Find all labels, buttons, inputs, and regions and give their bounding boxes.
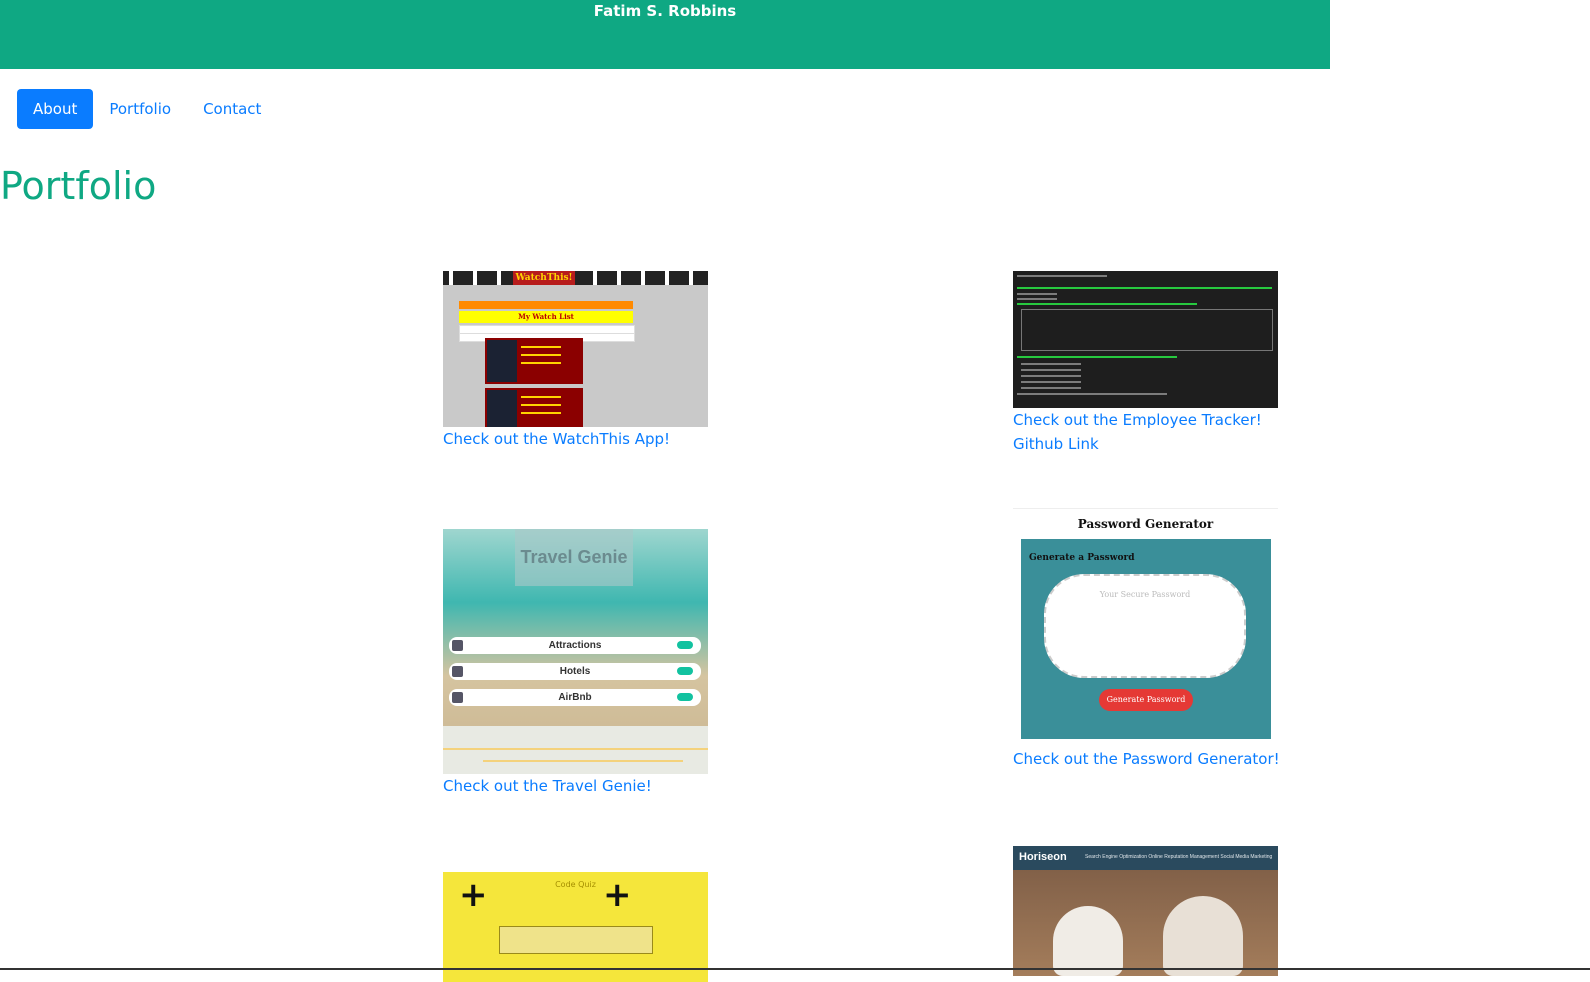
github-link[interactable]: Github Link	[1013, 432, 1278, 456]
photo-person	[1163, 896, 1243, 976]
thumb-row: AirBnb	[449, 689, 701, 706]
watchthis-screenshot[interactable]: WatchThis! My Watch List	[443, 271, 708, 427]
travel-genie-screenshot[interactable]: Travel Genie Attractions Hotels AirBnb	[443, 529, 708, 774]
page-title: Portfolio	[0, 164, 157, 208]
password-generator-screenshot[interactable]: Password Generator Generate a Password Y…	[1013, 508, 1278, 739]
terminal-table	[1021, 309, 1273, 351]
watchlist-title: My Watch List	[459, 311, 633, 323]
nav-contact[interactable]: Contact	[187, 89, 277, 129]
horiseon-screenshot[interactable]: Horiseon Search Engine Optimization Onli…	[1013, 846, 1278, 976]
travel-genie-link[interactable]: Check out the Travel Genie!	[443, 774, 708, 798]
project-card-travel-genie: Travel Genie Attractions Hotels AirBnb C…	[443, 529, 708, 798]
travel-genie-logo: Travel Genie	[515, 529, 633, 586]
horiseon-logo: Horiseon	[1019, 851, 1067, 863]
project-card-employee-tracker: Check out the Employee Tracker! Github L…	[1013, 271, 1278, 456]
employee-tracker-screenshot[interactable]	[1013, 271, 1278, 408]
photo-person	[1053, 906, 1123, 976]
password-generator-link[interactable]: Check out the Password Generator!	[1013, 747, 1280, 771]
employee-tracker-link[interactable]: Check out the Employee Tracker!	[1013, 408, 1278, 432]
project-card-password-generator: Password Generator Generate a Password Y…	[1013, 508, 1280, 771]
camera-icon	[452, 640, 463, 651]
movie-poster	[487, 390, 517, 427]
quiz-title: Code Quiz	[555, 880, 596, 889]
thumb-bar	[459, 301, 633, 309]
main-nav: About Portfolio Contact	[17, 89, 277, 129]
pw-title: Password Generator	[1077, 517, 1214, 531]
pw-output: Your Secure Password	[1044, 574, 1246, 678]
pw-subtitle: Generate a Password	[1029, 553, 1135, 563]
thumb-row: Attractions	[449, 637, 701, 654]
pw-panel: Generate a Password Your Secure Password…	[1021, 539, 1271, 739]
pw-generate-button: Generate Password	[1099, 689, 1193, 711]
home-icon	[452, 692, 463, 703]
movie-poster	[487, 340, 517, 382]
quiz-box	[499, 926, 653, 954]
site-owner-name: Fatim S. Robbins	[593, 2, 737, 20]
horiseon-nav: Search Engine Optimization Online Reputa…	[1085, 854, 1273, 860]
site-header: Fatim S. Robbins	[0, 0, 1330, 69]
watchthis-link[interactable]: Check out the WatchThis App!	[443, 427, 708, 451]
movie-card	[485, 388, 583, 427]
project-card-code-quiz: + + Code Quiz	[443, 872, 708, 982]
project-card-watchthis: WatchThis! My Watch List Check out the W…	[443, 271, 708, 451]
hotel-icon	[452, 666, 463, 677]
nav-about[interactable]: About	[17, 89, 94, 129]
map-preview	[443, 726, 708, 774]
horiseon-header: Horiseon Search Engine Optimization Onli…	[1013, 846, 1278, 870]
filmstrip-banner	[443, 271, 708, 285]
watchthis-logo: WatchThis!	[513, 271, 575, 285]
thumb-row: Hotels	[449, 663, 701, 680]
nav-portfolio[interactable]: Portfolio	[93, 89, 187, 129]
movie-card	[485, 338, 583, 384]
code-quiz-screenshot[interactable]: + + Code Quiz	[443, 872, 708, 982]
project-card-horiseon: Horiseon Search Engine Optimization Onli…	[1013, 846, 1278, 976]
